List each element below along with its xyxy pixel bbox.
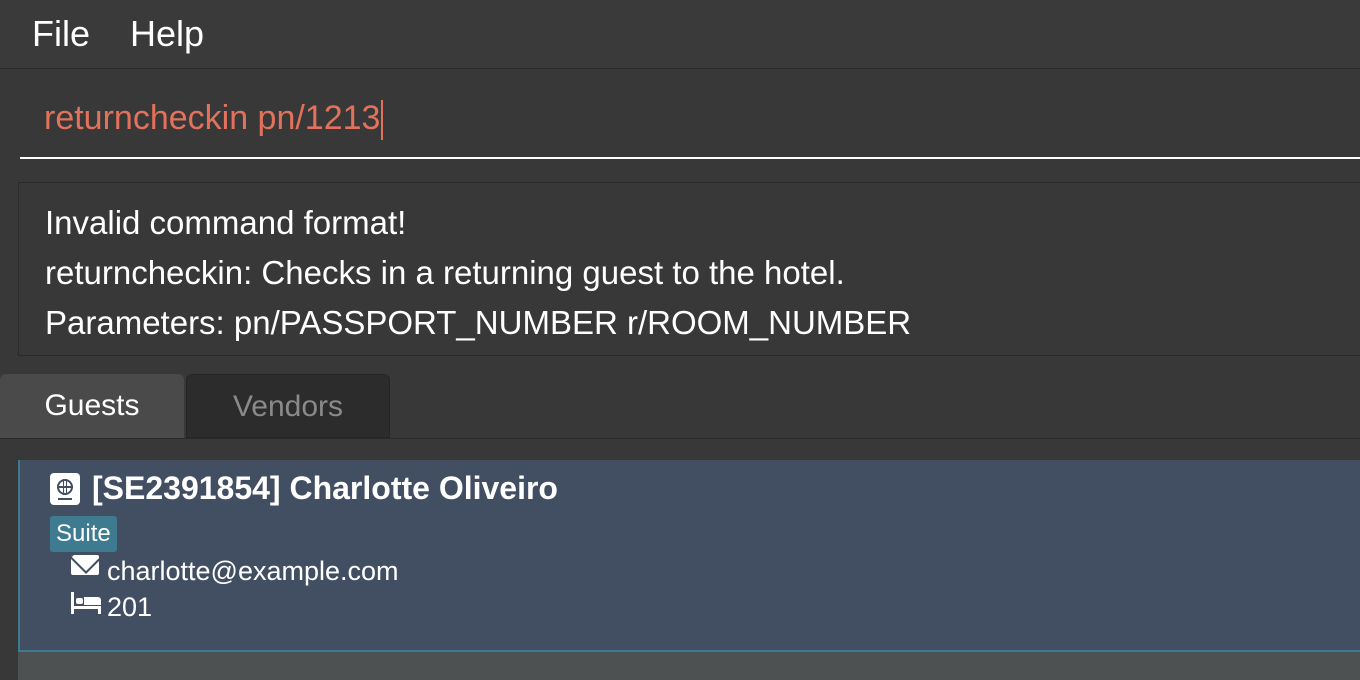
result-line-3: Parameters: pn/PASSPORT_NUMBER r/ROOM_NU… [45, 304, 912, 341]
passport-icon [50, 473, 80, 505]
guest-room: 201 [107, 592, 153, 622]
text-caret [381, 100, 384, 141]
result-line-1: Invalid command format! [45, 204, 407, 241]
tab-vendors[interactable]: Vendors [186, 374, 390, 438]
command-input[interactable]: returncheckin pn/1213 [20, 82, 1360, 159]
room-type-tag: Suite [50, 516, 117, 552]
tab-bar: Guests Vendors [0, 370, 1360, 439]
bed-icon [71, 592, 101, 614]
menu-bar: File Help [0, 0, 1360, 69]
tab-guests[interactable]: Guests [0, 374, 184, 438]
list-empty-area [18, 652, 1360, 680]
menu-help[interactable]: Help [130, 12, 204, 56]
command-input-value: returncheckin pn/1213 [44, 99, 381, 137]
menu-file[interactable]: File [32, 12, 90, 56]
result-display: Invalid command format! returncheckin: C… [18, 182, 1360, 356]
guest-title: [SE2391854] Charlotte Oliveiro [92, 470, 558, 506]
guest-email: charlotte@example.com [107, 556, 399, 586]
email-icon [71, 555, 99, 575]
result-line-2: returncheckin: Checks in a returning gue… [45, 254, 845, 291]
command-input-text: returncheckin pn/1213 [44, 96, 384, 141]
